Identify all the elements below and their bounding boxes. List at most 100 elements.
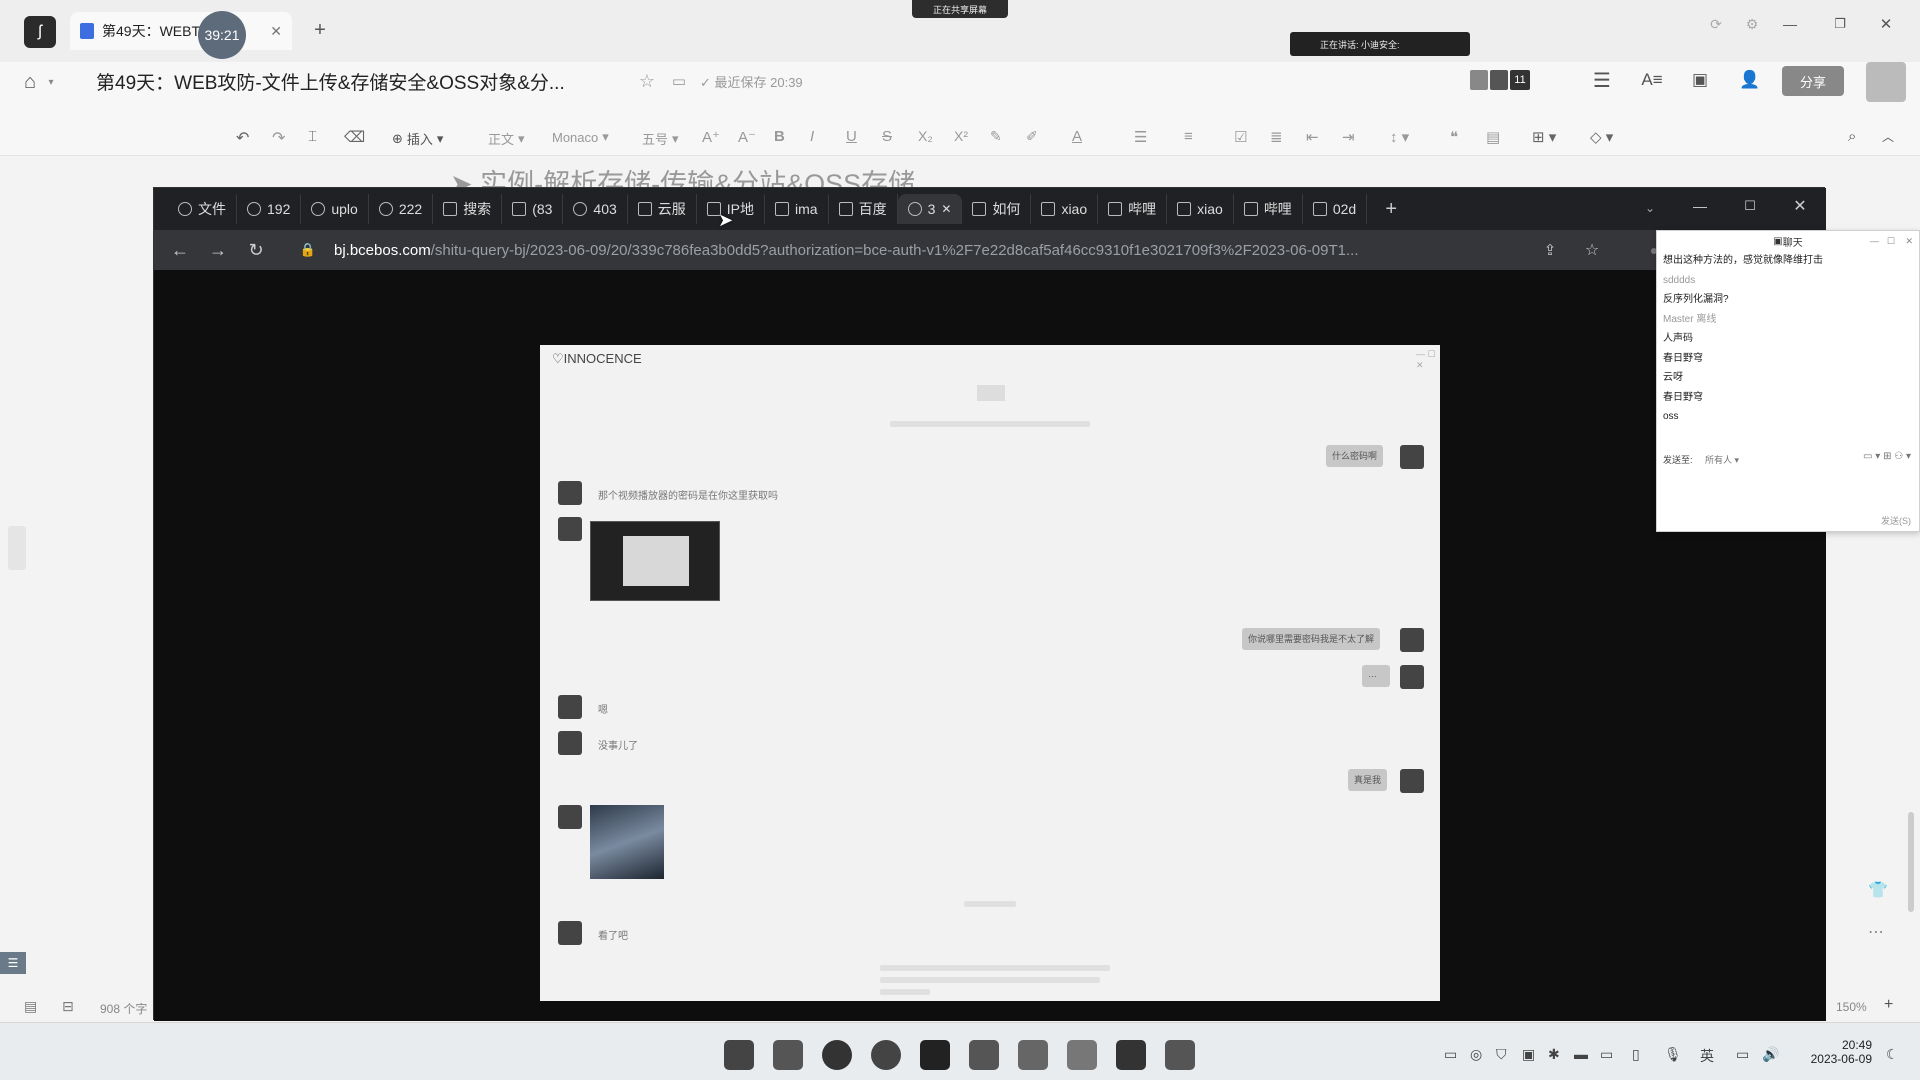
tray-shield-icon[interactable]: ⛉	[1496, 1046, 1507, 1063]
tray-camera-icon[interactable]: ◎	[1470, 1046, 1482, 1063]
browser-tab[interactable]: 哔哩	[1098, 194, 1168, 224]
marker-icon[interactable]: ✐	[1026, 128, 1038, 145]
tray-battery-icon[interactable]: ▯	[1632, 1046, 1640, 1063]
forward-icon[interactable]: →	[206, 240, 230, 261]
subscript-icon[interactable]: X₂	[918, 128, 933, 144]
tray-app-icon[interactable]: ▭	[1444, 1046, 1457, 1063]
zoom-in-icon[interactable]: +	[1884, 996, 1893, 1014]
zoom-level[interactable]: 150%	[1836, 1000, 1867, 1014]
bullet-list-icon[interactable]: ☰	[1134, 128, 1147, 146]
vscode-icon[interactable]	[1116, 1040, 1146, 1070]
volume-icon[interactable]: 🔊	[1762, 1046, 1779, 1063]
collapse-toolbar-icon[interactable]: ︿	[1882, 128, 1894, 145]
new-tab-icon[interactable]: +	[1379, 198, 1403, 221]
close-tab-icon[interactable]: ✕	[270, 23, 282, 40]
browser-tab[interactable]: 403	[563, 194, 628, 224]
refresh-icon[interactable]: ⟳	[1706, 14, 1726, 34]
url-field[interactable]: bj.bcebos.com/shitu-query-bj/2023-06-09/…	[334, 242, 1524, 259]
checklist-icon[interactable]: ☑	[1234, 128, 1247, 146]
block-icon[interactable]: ▤	[1486, 128, 1500, 146]
browser-tab[interactable]: uplo	[301, 194, 369, 224]
chevron-down-icon[interactable]: ▾	[44, 72, 58, 92]
insert-button[interactable]: ⊕ 插入 ▾	[392, 129, 443, 148]
text-format-icon[interactable]: A≡	[1640, 68, 1664, 92]
line-spacing-icon[interactable]: ↕ ▾	[1390, 128, 1409, 146]
home-icon[interactable]: ⌂	[18, 70, 42, 94]
underline-icon[interactable]: U	[846, 128, 857, 145]
bookmark-star-icon[interactable]: ☆	[1580, 240, 1604, 260]
browser-tab[interactable]: xiao	[1031, 194, 1099, 224]
collaborator-icon[interactable]: 👤	[1738, 68, 1762, 92]
outline-icon[interactable]: ▤	[24, 998, 37, 1015]
edge-icon[interactable]	[822, 1040, 852, 1070]
italic-icon[interactable]: I	[810, 128, 814, 145]
tab-search-icon[interactable]: ⌄	[1640, 198, 1660, 218]
table-icon[interactable]: ⊞ ▾	[1532, 128, 1556, 146]
maximize-icon[interactable]: ❐	[1830, 14, 1850, 34]
file-explorer-icon[interactable]	[773, 1040, 803, 1070]
reload-icon[interactable]: ↻	[244, 240, 268, 261]
align-icon[interactable]: ≣	[1270, 128, 1283, 146]
share-icon[interactable]: ⇪	[1538, 241, 1562, 259]
bold-icon[interactable]: B	[774, 128, 785, 145]
browser-tab[interactable]: 百度	[829, 194, 898, 224]
layout-icon[interactable]: ⊟	[62, 998, 74, 1015]
eraser-icon[interactable]: ⌫	[344, 128, 365, 146]
share-button[interactable]: 分享	[1782, 66, 1844, 96]
notes-app-icon[interactable]	[969, 1040, 999, 1070]
font-color-icon[interactable]: A	[1072, 128, 1082, 145]
send-button[interactable]: 发送(S)	[1881, 514, 1911, 527]
minimize-icon[interactable]: —	[1870, 236, 1879, 246]
doc-scrollbar[interactable]	[1908, 812, 1914, 912]
browser-tab[interactable]: 文件	[168, 194, 237, 224]
redo-icon[interactable]: ↷	[272, 128, 285, 148]
browser-tab[interactable]: 02d	[1303, 194, 1368, 224]
superscript-icon[interactable]: X²	[954, 128, 968, 144]
notification-icon[interactable]: ☾	[1886, 1046, 1899, 1063]
browser-tab[interactable]: 192	[237, 194, 302, 224]
more-insert-icon[interactable]: ◇ ▾	[1590, 128, 1613, 146]
tray-app-icon[interactable]: ▣	[1522, 1046, 1535, 1063]
microphone-icon[interactable]: 🎙	[1664, 1046, 1682, 1063]
strikethrough-icon[interactable]: S	[882, 128, 892, 145]
font-increase-icon[interactable]: A⁺	[702, 128, 720, 146]
browser-tab[interactable]: 3 ✕	[897, 194, 963, 224]
close-window-icon[interactable]: ✕	[1876, 14, 1896, 34]
settings-icon[interactable]: ⚙	[1742, 14, 1762, 34]
numbered-list-icon[interactable]: ≡	[1184, 128, 1193, 145]
phpstorm-icon[interactable]	[920, 1040, 950, 1070]
tray-monitor-icon[interactable]: ▬	[1574, 1046, 1588, 1062]
indent-increase-icon[interactable]: ⇥	[1342, 128, 1355, 146]
send-to-select[interactable]: 所有人 ▾	[1705, 455, 1739, 465]
browser-tab[interactable]: (83	[502, 194, 564, 224]
start-icon[interactable]	[724, 1040, 754, 1070]
network-icon[interactable]: ▭	[1736, 1046, 1749, 1063]
search-icon[interactable]: ⌕	[1848, 128, 1856, 145]
photos-icon[interactable]	[1018, 1040, 1048, 1070]
present-icon[interactable]: ▣	[1688, 68, 1712, 92]
back-icon[interactable]: ←	[168, 240, 192, 261]
chat-input[interactable]	[1663, 471, 1913, 511]
style-select[interactable]: 正文 ▾	[488, 129, 525, 148]
font-select[interactable]: Monaco ▾	[552, 129, 609, 145]
font-decrease-icon[interactable]: A⁻	[738, 128, 756, 146]
undo-icon[interactable]: ↶	[236, 128, 249, 148]
tray-display-icon[interactable]: ▭	[1600, 1046, 1613, 1063]
browser-tab[interactable]: 222	[369, 194, 434, 224]
maximize-icon[interactable]: ☐	[1887, 236, 1895, 247]
meeting-app-icon[interactable]	[1165, 1040, 1195, 1070]
quote-icon[interactable]: ❝	[1450, 128, 1458, 146]
new-tab-icon[interactable]: +	[308, 18, 332, 42]
lock-icon[interactable]: 🔒	[296, 242, 320, 258]
doc-tab[interactable]: 第49天：WEBT ✕	[70, 12, 292, 50]
menu-icon[interactable]: ☰	[1590, 68, 1614, 92]
maximize-icon[interactable]: ☐	[1740, 196, 1760, 216]
format-painter-icon[interactable]: ⌶	[308, 128, 317, 145]
doc-title[interactable]: 第49天：WEB攻防-文件上传&存储安全&OSS对象&分...	[96, 68, 565, 95]
browser-tab[interactable]: 搜索	[433, 194, 503, 224]
close-window-icon[interactable]: ✕	[1790, 196, 1810, 216]
ime-indicator[interactable]: 英	[1700, 1046, 1714, 1066]
more-icon[interactable]: ⋯	[1868, 922, 1890, 944]
close-tab-icon[interactable]: ✕	[941, 202, 951, 216]
user-avatar[interactable]	[1866, 62, 1906, 102]
